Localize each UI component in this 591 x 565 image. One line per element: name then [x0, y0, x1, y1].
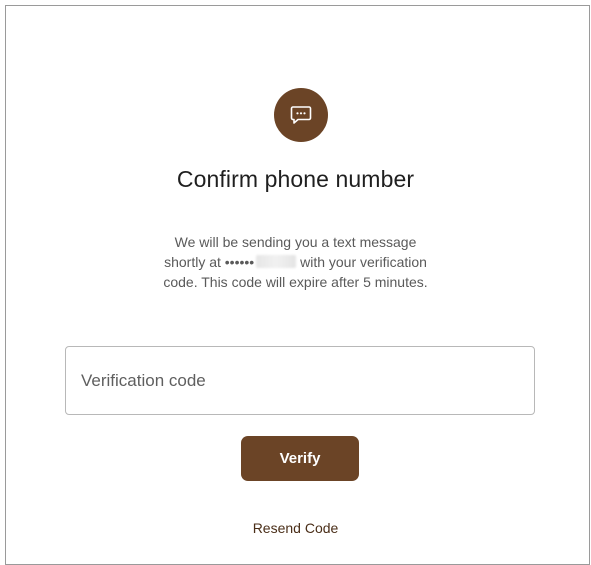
resend-code-link[interactable]: Resend Code	[0, 520, 591, 536]
message-icon	[274, 88, 328, 142]
instruction-line-1: We will be sending you a text message	[174, 234, 417, 250]
instruction-line-2: shortly at •••••• with your verification	[0, 252, 591, 272]
instruction-line-3: code. This code will expire after 5 minu…	[163, 274, 428, 290]
verification-code-input[interactable]	[65, 346, 535, 415]
chat-bubble-icon	[290, 106, 312, 124]
masked-phone-number: ••••••	[225, 254, 297, 270]
verify-button[interactable]: Verify	[241, 436, 359, 481]
redacted-digits	[256, 255, 297, 268]
instruction-suffix: with your verification	[300, 254, 427, 270]
instruction-prefix: shortly at	[164, 254, 221, 270]
instruction-text: We will be sending you a text message sh…	[0, 232, 591, 292]
page-title: Confirm phone number	[176, 166, 415, 192]
